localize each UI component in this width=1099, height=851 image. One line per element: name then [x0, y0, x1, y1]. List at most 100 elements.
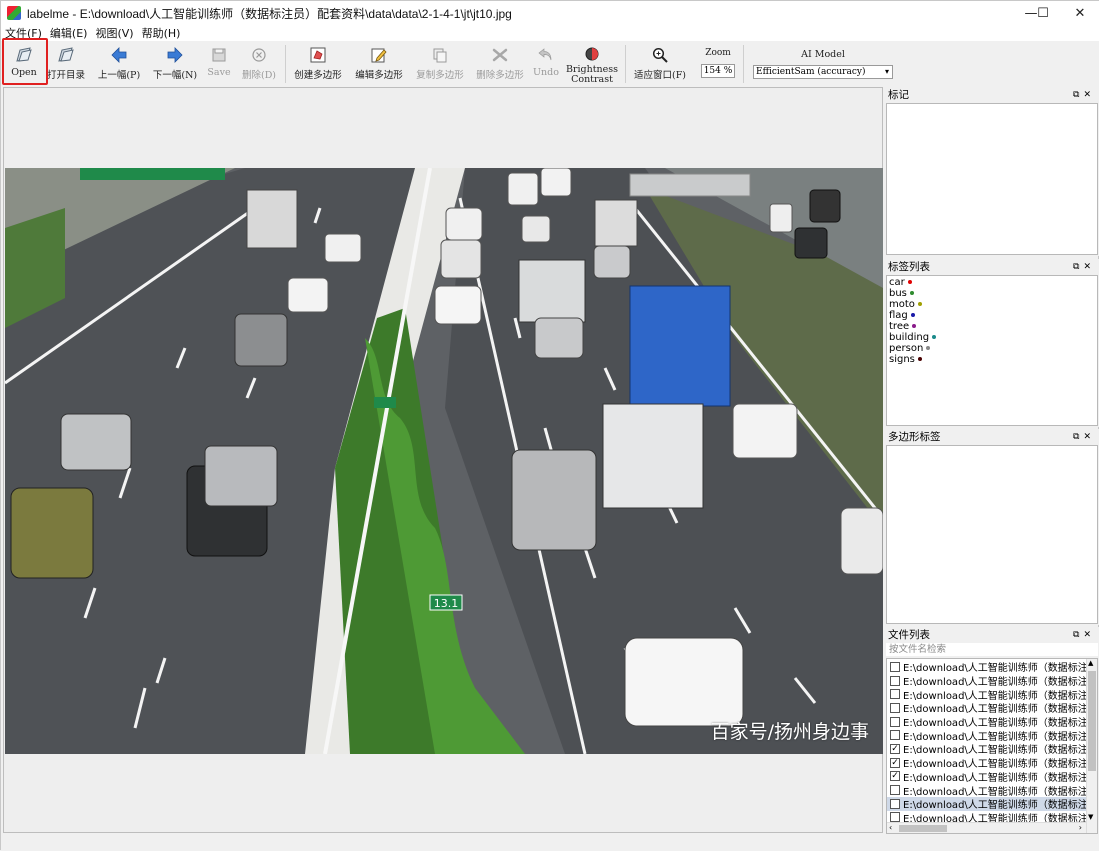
file-checkbox[interactable] — [890, 812, 900, 823]
scroll-up-icon[interactable]: ▲ — [1088, 659, 1093, 667]
flags-list[interactable] — [886, 103, 1098, 255]
label-list-item[interactable]: building — [887, 332, 1097, 343]
label-list-item[interactable]: signs — [887, 354, 1097, 365]
scroll-h-thumb[interactable] — [899, 825, 947, 832]
file-rows: E:\download\人工智能训练师（数据标注员 E:\download\人工智… — [887, 660, 1086, 824]
window-title: labelme - E:\download\人工智能训练师（数据标注员）配套资料… — [27, 6, 512, 21]
median-sign-label: 13.1 — [434, 597, 459, 610]
brightness-contrast-button[interactable]: Brightness Contrast — [565, 43, 619, 85]
toolbar-separator — [285, 45, 286, 83]
delete-file-label: 删除(D) — [241, 70, 277, 81]
scroll-right-icon[interactable]: › — [1079, 823, 1082, 832]
label-color-dot — [907, 280, 912, 284]
menu-help[interactable]: 帮助(H) — [138, 25, 185, 41]
next-image-button[interactable]: 下一幅(N) — [152, 43, 198, 85]
file-path: E:\download\人工智能训练师（数据标注员 — [903, 718, 1086, 729]
label-name: moto — [889, 299, 915, 310]
file-list-item[interactable]: ✓ E:\download\人工智能训练师（数据标注员 — [887, 742, 1086, 756]
file-search-input[interactable]: 按文件名检索 — [886, 643, 1098, 656]
file-checkbox[interactable] — [890, 689, 900, 700]
file-list-title-text: 文件列表 — [888, 629, 930, 641]
file-checkbox[interactable] — [890, 661, 900, 672]
polygon-labels-list[interactable] — [886, 445, 1098, 624]
prev-image-label: 上一幅(P) — [97, 70, 141, 81]
label-color-dot — [932, 335, 937, 339]
label-list-item[interactable]: person — [887, 343, 1097, 354]
scroll-thumb[interactable] — [1088, 671, 1096, 771]
label-list-item[interactable]: flag — [887, 310, 1097, 321]
file-list-horizontal-scrollbar[interactable]: ‹ › — [887, 822, 1086, 833]
file-checkbox[interactable] — [890, 702, 900, 713]
scroll-left-icon[interactable]: ‹ — [889, 823, 892, 832]
fit-window-button[interactable]: 适应窗口(F) — [631, 43, 689, 85]
chevron-down-icon: ▾ — [884, 67, 889, 76]
file-list-item[interactable]: ✓ E:\download\人工智能训练师（数据标注员 — [887, 770, 1086, 783]
image-canvas[interactable]: 13.1 百家号/扬州身边事 — [3, 87, 883, 833]
file-path: E:\download\人工智能训练师（数据标注员 — [903, 759, 1086, 770]
copy-polygon-button[interactable]: 复制多边形 — [413, 43, 467, 85]
file-list-item[interactable]: ✓ E:\download\人工智能训练师（数据标注员 — [887, 756, 1086, 770]
save-button[interactable]: Save — [204, 43, 234, 85]
label-name: building — [889, 332, 930, 343]
menu-edit[interactable]: 编辑(E) — [46, 25, 92, 41]
label-list-title-text: 标签列表 — [888, 261, 930, 273]
file-list-item[interactable]: E:\download\人工智能训练师（数据标注员 — [887, 783, 1086, 797]
file-list-item[interactable]: E:\download\人工智能训练师（数据标注员 — [887, 796, 1086, 811]
file-checkbox[interactable] — [890, 716, 900, 727]
close-window-button[interactable]: ✕ — [1057, 1, 1099, 25]
ai-model-select[interactable]: EfficientSam (accuracy) ▾ — [753, 65, 893, 79]
file-list-dock: 文件列表 ⧉✕ 按文件名检索 E:\download\人工智能训练师（数据标注员… — [885, 627, 1099, 835]
file-list-item[interactable]: E:\download\人工智能训练师（数据标注员 — [887, 687, 1086, 701]
label-color-dot — [912, 324, 917, 328]
dock-float-close-icons[interactable]: ⧉✕ — [1073, 429, 1095, 445]
label-color-dot — [917, 302, 922, 306]
copy-icon — [430, 45, 450, 65]
dock-float-close-icons[interactable]: ⧉✕ — [1073, 87, 1095, 103]
file-checkbox[interactable]: ✓ — [890, 757, 900, 768]
create-polygon-button[interactable]: 创建多边形 — [291, 43, 345, 85]
file-checkbox[interactable] — [890, 675, 900, 686]
flags-dock: 标记 ⧉✕ — [885, 87, 1099, 256]
file-list-item[interactable]: E:\download\人工智能训练师（数据标注员 — [887, 715, 1086, 729]
file-checkbox[interactable] — [890, 730, 900, 741]
file-list-item[interactable]: E:\download\人工智能训练师（数据标注员 — [887, 674, 1086, 687]
file-path: E:\download\人工智能训练师（数据标注员 — [903, 704, 1086, 715]
edit-polygon-button[interactable]: 编辑多边形 — [352, 43, 406, 85]
undo-button[interactable]: Undo — [532, 43, 560, 85]
labelme-window: labelme - E:\download\人工智能训练师（数据标注员）配套资料… — [0, 0, 1099, 851]
file-list-item[interactable]: E:\download\人工智能训练师（数据标注员 — [887, 660, 1086, 674]
label-color-dot — [910, 313, 915, 317]
open-dir-button[interactable]: 打开目录 — [45, 43, 87, 85]
delete-polygon-button[interactable]: 删除多边形 — [473, 43, 527, 85]
scroll-down-icon[interactable]: ▼ — [1088, 813, 1093, 821]
label-list-item[interactable]: tree — [887, 321, 1097, 332]
file-path: E:\download\人工智能训练师（数据标注员 — [903, 690, 1086, 702]
delete-file-button[interactable]: 删除(D) — [239, 43, 279, 85]
polygon-labels-title-text: 多边形标签 — [888, 431, 941, 443]
zoom-input[interactable]: 154 % — [701, 64, 735, 78]
file-list-item[interactable]: E:\download\人工智能训练师（数据标注员 — [887, 728, 1086, 742]
delete-polygon-label: 删除多边形 — [476, 70, 524, 81]
create-polygon-icon — [308, 45, 328, 65]
label-color-dot — [917, 357, 922, 361]
polygon-labels-dock: 多边形标签 ⧉✕ — [885, 429, 1099, 625]
dock-float-close-icons[interactable]: ⧉✕ — [1073, 627, 1095, 643]
file-list-item[interactable]: E:\download\人工智能训练师（数据标注员 — [887, 701, 1086, 715]
label-list-item[interactable]: moto — [887, 299, 1097, 310]
file-list[interactable]: E:\download\人工智能训练师（数据标注员 E:\download\人工智… — [886, 658, 1098, 834]
prev-image-button[interactable]: 上一幅(P) — [96, 43, 142, 85]
arrow-left-icon — [109, 45, 129, 65]
file-checkbox[interactable] — [890, 785, 900, 796]
file-checkbox[interactable]: ✓ — [890, 743, 900, 754]
file-checkbox[interactable]: ✓ — [890, 771, 900, 782]
label-list[interactable]: car bus moto flag tree building person signs — [886, 275, 1098, 426]
label-list-item[interactable]: bus — [887, 288, 1097, 299]
dock-float-close-icons[interactable]: ⧉✕ — [1073, 259, 1095, 275]
label-list-item[interactable]: car — [887, 277, 1097, 288]
label-list-dock: 标签列表 ⧉✕ car bus moto flag tree building person… — [885, 259, 1099, 427]
file-list-dock-title: 文件列表 ⧉✕ — [885, 627, 1099, 643]
menu-view[interactable]: 视图(V) — [91, 25, 137, 41]
highway-photo: 13.1 百家号/扬州身边事 — [5, 168, 883, 754]
file-checkbox[interactable] — [890, 798, 900, 809]
file-list-vertical-scrollbar[interactable]: ▲ ▼ — [1086, 659, 1097, 833]
